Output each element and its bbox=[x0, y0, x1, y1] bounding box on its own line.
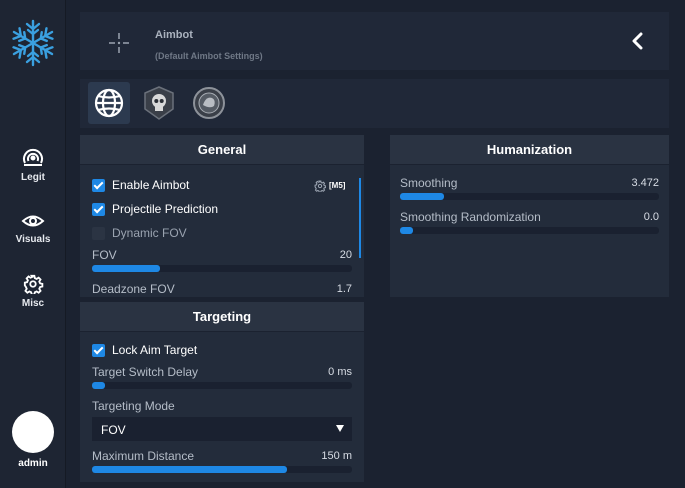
checkbox-label: Enable Aimbot bbox=[112, 178, 190, 192]
page-header: Aimbot (Default Aimbot Settings) bbox=[80, 12, 669, 70]
dropdown-arrow-icon bbox=[336, 425, 344, 432]
checkbox-box[interactable] bbox=[92, 203, 105, 216]
switch-delay-slider[interactable] bbox=[92, 382, 352, 389]
weapon-tabs bbox=[80, 79, 669, 128]
target-icon bbox=[23, 148, 43, 166]
round-emblem-icon bbox=[193, 87, 225, 119]
smoothing-randomization-value: 0.0 bbox=[643, 211, 659, 223]
humanization-title: Humanization bbox=[390, 135, 669, 165]
username: admin bbox=[18, 458, 48, 469]
max-distance-slider[interactable] bbox=[92, 466, 352, 473]
checkbox-box[interactable] bbox=[92, 344, 105, 357]
select-value: FOV bbox=[101, 423, 126, 437]
smoothing-randomization-slider[interactable] bbox=[400, 227, 659, 234]
crosshair-icon bbox=[109, 33, 129, 53]
checkbox-label: Dynamic FOV bbox=[112, 226, 187, 240]
slider-fill bbox=[92, 382, 105, 389]
fov-slider[interactable] bbox=[92, 265, 352, 272]
checkbox-label: Lock Aim Target bbox=[112, 343, 198, 357]
snowflake-icon bbox=[9, 19, 57, 67]
smoothing-value: 3.472 bbox=[631, 177, 659, 189]
sidebar: Legit Visuals Misc admin bbox=[0, 0, 66, 488]
max-distance-label: Maximum Distance bbox=[92, 449, 195, 463]
page-title: Aimbot bbox=[155, 29, 193, 41]
targeting-title: Targeting bbox=[80, 302, 364, 332]
slider-fill bbox=[92, 265, 160, 272]
tab-weapon-class-1[interactable] bbox=[138, 82, 180, 124]
eye-icon bbox=[21, 215, 45, 227]
smoothing-randomization-label: Smoothing Randomization bbox=[400, 210, 541, 224]
slider-fill bbox=[400, 193, 445, 200]
gear-icon bbox=[23, 274, 44, 294]
fov-value: 20 bbox=[339, 249, 352, 261]
switch-delay-label: Target Switch Delay bbox=[92, 365, 199, 379]
checkbox-box[interactable] bbox=[92, 179, 105, 192]
targeting-mode-select[interactable]: FOV bbox=[92, 417, 352, 441]
checkbox-box[interactable] bbox=[92, 227, 105, 240]
slider-fill bbox=[92, 466, 287, 473]
switch-delay-value: 0 ms bbox=[328, 366, 352, 378]
checkbox-label: Projectile Prediction bbox=[112, 202, 219, 216]
general-title: General bbox=[80, 135, 364, 165]
sidebar-item-label: Visuals bbox=[15, 234, 51, 245]
gear-icon bbox=[314, 180, 326, 192]
humanization-panel: Humanization Smoothing 3.472 Smoothing R… bbox=[390, 135, 669, 297]
aimbot-keybind[interactable]: [M5] bbox=[314, 180, 345, 192]
sidebar-item-visuals[interactable]: Visuals bbox=[0, 212, 66, 245]
deadzone-fov-label: Deadzone FOV bbox=[92, 282, 175, 296]
tab-global[interactable] bbox=[88, 82, 130, 124]
globe-icon bbox=[94, 88, 124, 118]
targeting-mode-label: Targeting Mode bbox=[92, 399, 175, 413]
sidebar-item-legit[interactable]: Legit bbox=[0, 148, 66, 183]
smoothing-slider[interactable] bbox=[400, 193, 659, 200]
sidebar-item-misc[interactable]: Misc bbox=[0, 274, 66, 309]
chevron-left-icon[interactable] bbox=[628, 31, 648, 51]
tab-weapon-class-2[interactable] bbox=[188, 82, 230, 124]
smoothing-label: Smoothing bbox=[400, 176, 458, 190]
targeting-panel: Targeting Lock Aim Target Target Switch … bbox=[80, 302, 364, 482]
page-subtitle: (Default Aimbot Settings) bbox=[155, 51, 263, 61]
sidebar-item-label: Misc bbox=[21, 298, 45, 309]
skull-badge-icon bbox=[144, 86, 174, 120]
fov-label: FOV bbox=[92, 248, 117, 262]
deadzone-fov-value: 1.7 bbox=[336, 283, 352, 295]
max-distance-value: 150 m bbox=[321, 450, 352, 462]
scrollbar[interactable] bbox=[359, 178, 361, 258]
slider-fill bbox=[400, 227, 413, 234]
keybind-label: [M5] bbox=[329, 181, 346, 191]
avatar[interactable] bbox=[12, 411, 54, 453]
general-panel: General Enable Aimbot [M5] Projectile Pr… bbox=[80, 135, 364, 297]
sidebar-item-label: Legit bbox=[21, 172, 45, 183]
